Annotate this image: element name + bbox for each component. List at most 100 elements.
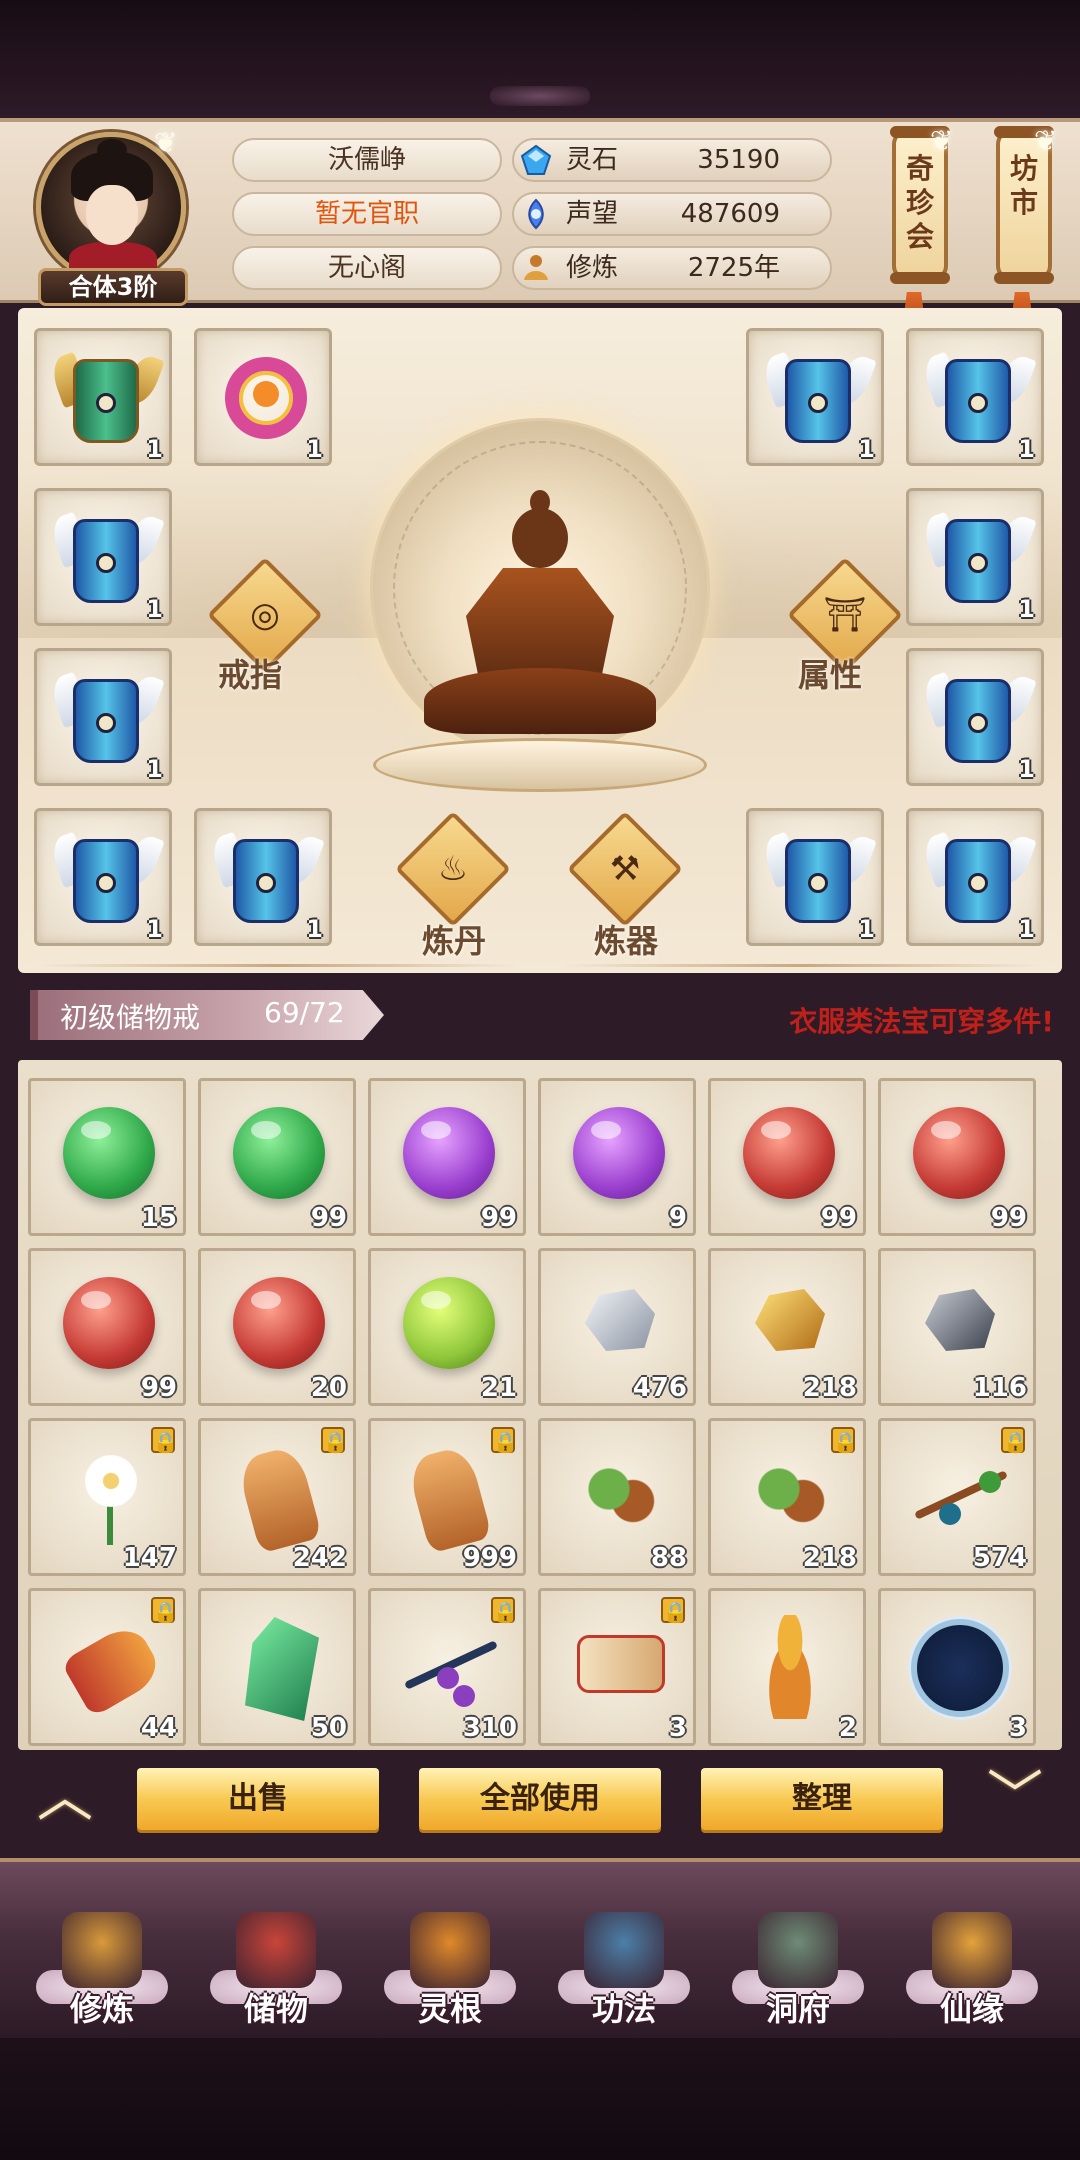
- player-name: 沃儒峥: [232, 138, 502, 182]
- sort-button[interactable]: 整理: [701, 1768, 943, 1830]
- inventory-item[interactable]: 🔒 218: [708, 1418, 866, 1576]
- winged-armor-icon: [919, 349, 1037, 449]
- inventory-item[interactable]: 50: [198, 1588, 356, 1746]
- inventory-item[interactable]: 99: [28, 1248, 186, 1406]
- slot-count: 1: [146, 595, 163, 623]
- inventory-item[interactable]: 3: [878, 1588, 1036, 1746]
- inventory-item[interactable]: 218: [708, 1248, 866, 1406]
- inventory-item[interactable]: 99: [708, 1078, 866, 1236]
- equip-slot-helm[interactable]: 1: [34, 328, 172, 466]
- red-orb-icon: [743, 1107, 835, 1199]
- inventory-item[interactable]: 99: [878, 1078, 1036, 1236]
- slot-count: 1: [146, 915, 163, 943]
- prestige-icon: [528, 198, 544, 230]
- player-office: 暂无官职: [232, 192, 502, 236]
- market-label: 坊 市: [1009, 152, 1038, 219]
- treasure-fair-label: 奇 珍 会: [905, 152, 934, 253]
- item-count: 44: [140, 1713, 177, 1743]
- player-sect: 无心阁: [232, 246, 502, 290]
- player-header: ❦ 合体3阶 沃儒峥 暂无官职 无心阁 灵石 35190 声望 487609 修…: [0, 118, 1080, 332]
- nav-item[interactable]: 灵根: [370, 1862, 530, 2042]
- stat-label: 修炼: [566, 253, 619, 283]
- nav-item[interactable]: 储物: [196, 1862, 356, 2042]
- bottom-frame: [0, 2038, 1080, 2160]
- item-count: 21: [480, 1373, 517, 1403]
- use-all-button[interactable]: 全部使用: [419, 1768, 661, 1830]
- purple-orb-icon: [573, 1107, 665, 1199]
- alchemy-button[interactable]: ♨: [395, 811, 511, 927]
- equip-slot[interactable]: 1: [34, 488, 172, 626]
- equip-slot[interactable]: 1: [34, 648, 172, 786]
- lock-icon: 🔒: [151, 1597, 178, 1624]
- nav-item[interactable]: 修炼: [22, 1862, 182, 2042]
- slot-count: 1: [858, 435, 875, 463]
- equip-slot[interactable]: 1: [194, 808, 332, 946]
- red-orb-icon: [233, 1277, 325, 1369]
- sell-button[interactable]: 出售: [137, 1768, 379, 1830]
- inventory-item[interactable]: 🔒 3: [538, 1588, 696, 1746]
- inventory-item[interactable]: 99: [368, 1078, 526, 1236]
- avatar-face: [86, 185, 138, 245]
- equip-slot[interactable]: 1: [906, 488, 1044, 626]
- stat-label: 灵石: [566, 145, 619, 175]
- item-count: 50: [310, 1713, 347, 1743]
- butterfly-icon: ❦: [930, 124, 954, 157]
- inventory-item[interactable]: 20: [198, 1248, 356, 1406]
- inventory-item[interactable]: 88: [538, 1418, 696, 1576]
- inventory-item[interactable]: 476: [538, 1248, 696, 1406]
- scroll-icon: [577, 1635, 665, 1693]
- forge-button[interactable]: ⚒: [567, 811, 683, 927]
- avatar-block[interactable]: ❦ 合体3阶: [26, 126, 196, 306]
- equip-slot[interactable]: 1: [906, 808, 1044, 946]
- inventory-item[interactable]: 🔒 44: [28, 1588, 186, 1746]
- chevron-up-icon[interactable]: ︿: [22, 1770, 108, 1826]
- butterfly-icon: ❦: [1034, 124, 1058, 157]
- spirit-stone-icon: [520, 144, 552, 175]
- storage-ring-name: 初级储物戒: [60, 1001, 201, 1034]
- inventory-item[interactable]: 116: [878, 1248, 1036, 1406]
- nav-label: 功法: [591, 1990, 656, 2028]
- slot-count: 1: [1018, 755, 1035, 783]
- divider: [562, 964, 1042, 967]
- inventory-item[interactable]: 99: [198, 1078, 356, 1236]
- winged-armor-icon: [207, 829, 325, 929]
- attributes-label: 属性: [798, 656, 863, 694]
- green-orb-icon: [63, 1107, 155, 1199]
- equip-slot-ring[interactable]: 1: [194, 328, 332, 466]
- book-icon: [584, 1912, 664, 1988]
- lock-icon: 🔒: [1001, 1427, 1028, 1454]
- slot-count: 1: [858, 915, 875, 943]
- inventory-item[interactable]: 🔒 999: [368, 1418, 526, 1576]
- storage-hint: 衣服类法宝可穿多件!: [789, 1005, 1054, 1038]
- spirit-root-icon: [410, 1912, 490, 1988]
- inventory-item[interactable]: 2: [708, 1588, 866, 1746]
- nav-item[interactable]: 功法: [544, 1862, 704, 2042]
- top-frame: [0, 0, 1080, 118]
- inventory-item[interactable]: 9: [538, 1078, 696, 1236]
- butterfly-icon: ❦: [154, 126, 178, 159]
- equip-slot[interactable]: 1: [34, 808, 172, 946]
- item-count: 999: [462, 1543, 517, 1573]
- gold-ore-icon: [755, 1289, 825, 1351]
- nav-item[interactable]: 仙缘: [892, 1862, 1052, 2042]
- nav-item[interactable]: 洞府: [718, 1862, 878, 2042]
- meditating-figure: [418, 490, 662, 760]
- green-orb-icon: [233, 1107, 325, 1199]
- green-armor-icon: [47, 349, 165, 449]
- inventory-item[interactable]: 🔒 310: [368, 1588, 526, 1746]
- inventory-item[interactable]: 🔒 242: [198, 1418, 356, 1576]
- storage-ring-tag: 初级储物戒 69/72: [30, 990, 384, 1040]
- realm-badge: 合体3阶: [38, 268, 188, 306]
- equip-slot[interactable]: 1: [906, 328, 1044, 466]
- chevron-down-icon[interactable]: ﹀: [972, 1770, 1058, 1826]
- inventory-item[interactable]: 🔒 574: [878, 1418, 1036, 1576]
- scroll-cap: [994, 272, 1054, 284]
- equip-slot[interactable]: 1: [746, 328, 884, 466]
- lock-icon: 🔒: [321, 1427, 348, 1454]
- stat-label: 声望: [566, 199, 619, 229]
- inventory-item[interactable]: 15: [28, 1078, 186, 1236]
- equip-slot[interactable]: 1: [906, 648, 1044, 786]
- equip-slot[interactable]: 1: [746, 808, 884, 946]
- inventory-item[interactable]: 21: [368, 1248, 526, 1406]
- inventory-item[interactable]: 🔒 147: [28, 1418, 186, 1576]
